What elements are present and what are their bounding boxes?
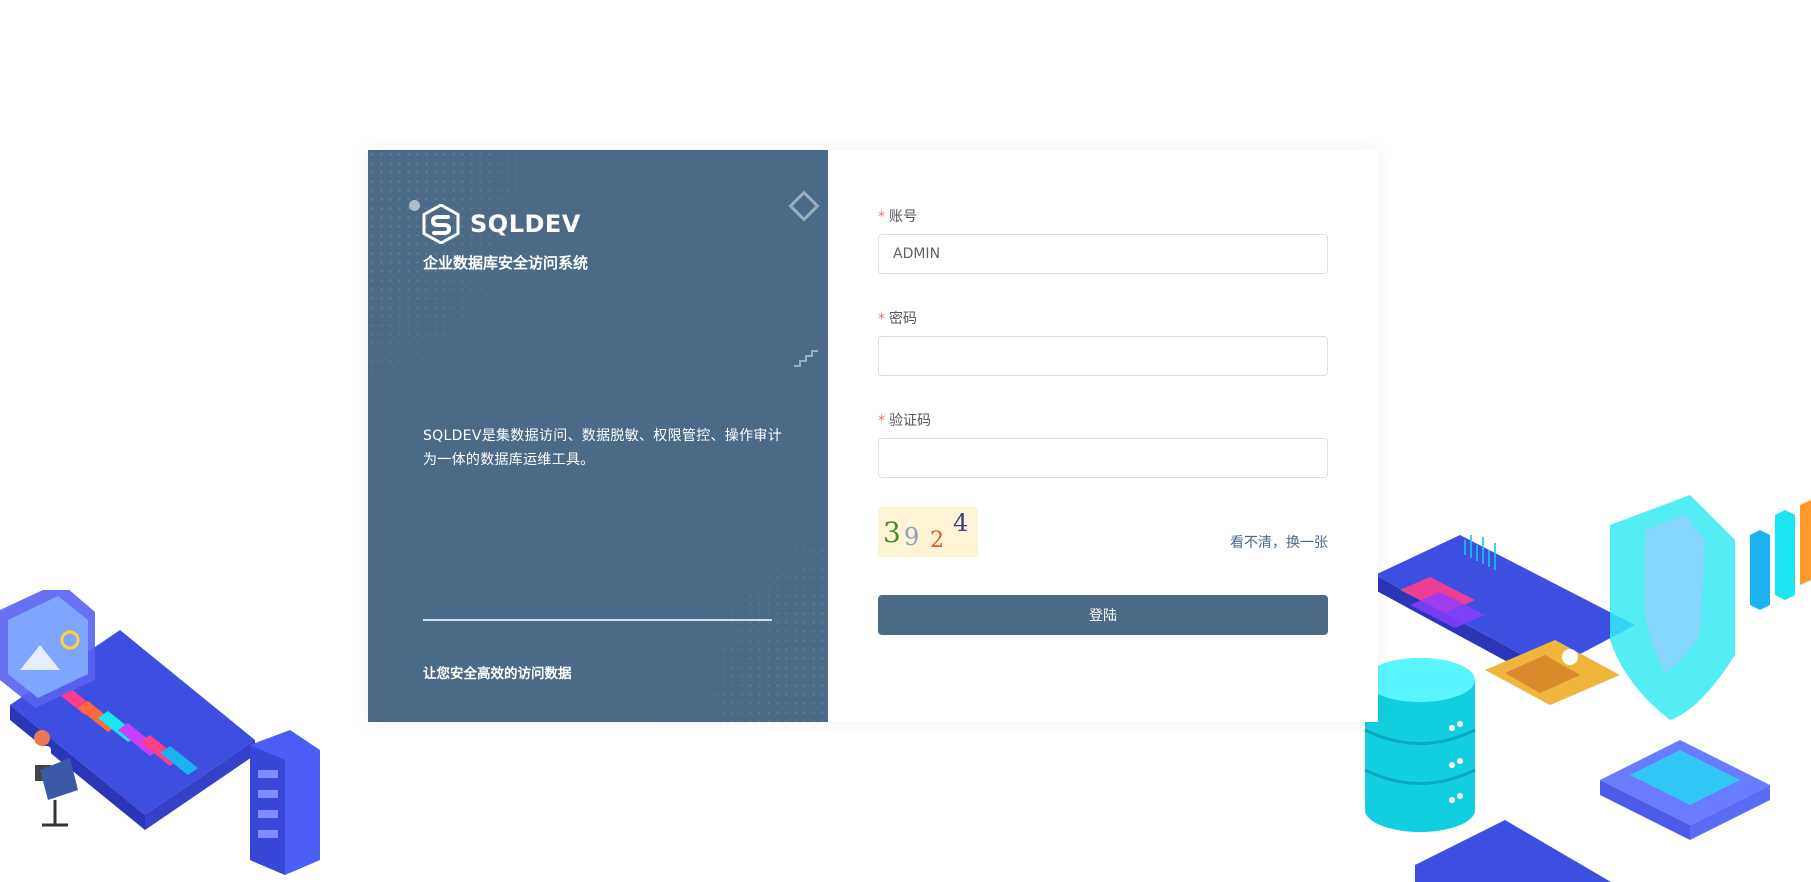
password-label-text: 密码 bbox=[889, 311, 917, 327]
account-input[interactable] bbox=[878, 234, 1328, 274]
data-dashboard-illustration bbox=[0, 590, 320, 875]
required-mark: * bbox=[878, 413, 885, 429]
captcha-input[interactable] bbox=[878, 438, 1328, 478]
system-subtitle: 企业数据库安全访问系统 bbox=[423, 254, 589, 272]
captcha-char-3: 2 bbox=[930, 528, 944, 553]
login-card: SQLDEV 企业数据库安全访问系统 SQLDEV是集数据访问、数据脱敏、权限管… bbox=[368, 150, 1378, 722]
account-label-text: 账号 bbox=[889, 209, 917, 225]
brand-name: SQLDEV bbox=[470, 210, 581, 238]
brand-header: SQLDEV bbox=[422, 204, 581, 244]
captcha-char-2: 9 bbox=[904, 523, 919, 551]
brand-panel: SQLDEV 企业数据库安全访问系统 SQLDEV是集数据访问、数据脱敏、权限管… bbox=[368, 150, 828, 722]
account-label: * 账号 bbox=[878, 206, 917, 226]
captcha-label: * 验证码 bbox=[878, 410, 931, 430]
refresh-captcha-link[interactable]: 看不清，换一张 bbox=[1230, 532, 1328, 552]
password-label: * 密码 bbox=[878, 308, 917, 328]
decorative-stairs-icon bbox=[794, 350, 818, 367]
login-form: *账号 *密码 *验证码 3 9 2 4 看不清，换一张 登陆 bbox=[828, 150, 1378, 722]
required-mark: * bbox=[878, 311, 885, 327]
security-database-illustration bbox=[1364, 495, 1811, 882]
login-button[interactable]: 登陆 bbox=[878, 595, 1328, 635]
login-page: SQLDEV 企业数据库安全访问系统 SQLDEV是集数据访问、数据脱敏、权限管… bbox=[0, 0, 1811, 882]
password-input[interactable] bbox=[878, 336, 1328, 376]
product-description: SQLDEV是集数据访问、数据脱敏、权限管控、操作审计为一体的数据库运维工具。 bbox=[423, 428, 783, 468]
captcha-char-4: 4 bbox=[953, 509, 968, 537]
required-mark: * bbox=[878, 209, 885, 225]
captcha-char-1: 3 bbox=[883, 516, 901, 549]
divider bbox=[423, 619, 772, 621]
decorative-circle bbox=[409, 200, 420, 211]
captcha-image[interactable]: 3 9 2 4 bbox=[878, 507, 978, 557]
captcha-label-text: 验证码 bbox=[889, 413, 931, 429]
sqldev-logo-icon bbox=[422, 204, 460, 244]
slogan: 让您安全高效的访问数据 bbox=[423, 666, 572, 682]
